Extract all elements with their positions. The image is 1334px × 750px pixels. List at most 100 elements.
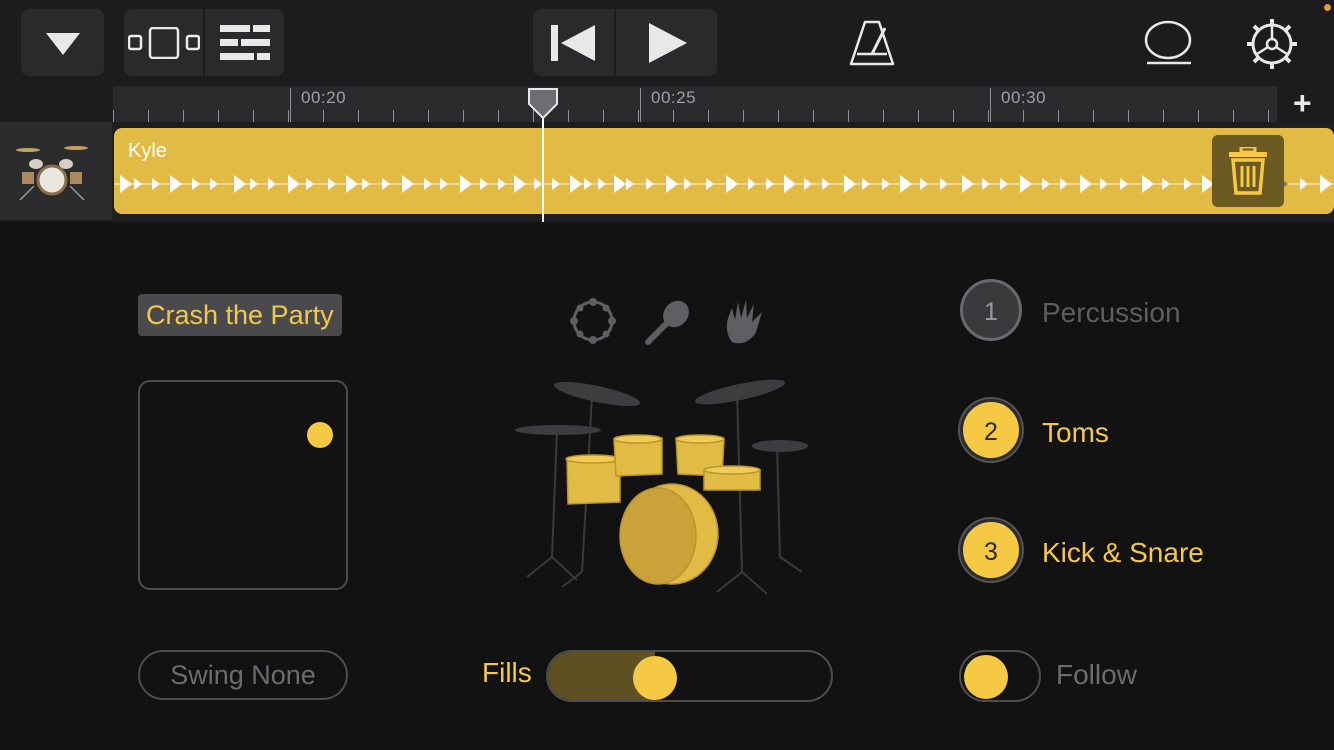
swing-button[interactable]: Swing None [138, 650, 348, 700]
drum-hit [192, 178, 200, 190]
drum-hit [1000, 178, 1008, 190]
drum-hit [1300, 178, 1308, 190]
drum-hit [598, 178, 606, 190]
drum-hit [346, 175, 358, 193]
drum-hit [646, 178, 654, 190]
shaker-button[interactable] [644, 298, 692, 346]
recording-indicator [1324, 4, 1331, 11]
drum-hit [982, 178, 990, 190]
drum-hit [920, 178, 928, 190]
ruler-tick [708, 110, 709, 122]
ruler-tick [1233, 110, 1234, 122]
drum-hit [862, 178, 870, 190]
ruler-tick [1268, 110, 1269, 122]
ruler-tick [1198, 110, 1199, 122]
follow-toggle[interactable] [959, 650, 1041, 702]
ruler-tick [218, 110, 219, 122]
playhead-handle[interactable] [528, 88, 558, 120]
drum-hit [748, 178, 756, 190]
drum-hit [1080, 175, 1092, 193]
tracks-menu-button[interactable] [21, 9, 104, 76]
ruler-tick [1058, 110, 1059, 122]
drum-hit [1100, 178, 1108, 190]
drum-hit [152, 178, 160, 190]
drum-hit [234, 175, 246, 193]
timeline-ruler[interactable]: 00:20 00:25 00:30 + [0, 86, 1334, 122]
preset-name[interactable]: Crash the Party [138, 294, 342, 336]
fills-slider[interactable] [546, 650, 833, 702]
tracks-view-button[interactable] [124, 9, 203, 76]
track-header[interactable] [0, 122, 112, 220]
drum-hit [1320, 175, 1332, 193]
view-toggle-group [124, 9, 284, 76]
rewind-icon [551, 25, 595, 61]
kick-snare-part-button[interactable]: 3 [960, 519, 1022, 581]
drum-kit-icon[interactable] [512, 372, 812, 612]
drum-kit-thumbnail-icon [16, 146, 88, 201]
follow-label[interactable]: Follow [1056, 659, 1137, 691]
ruler-tick [358, 110, 359, 122]
metronome-icon [849, 20, 895, 66]
ruler-tick [113, 110, 114, 122]
ruler-tick [323, 110, 324, 122]
shaker-icon [645, 300, 689, 345]
play-icon [649, 23, 687, 63]
drum-hit [684, 178, 692, 190]
loop-browser-button[interactable] [1140, 18, 1196, 68]
drum-hit [210, 178, 218, 190]
add-section-button[interactable]: + [1293, 86, 1312, 120]
fills-slider-knob[interactable] [632, 656, 677, 700]
drummer-region[interactable]: Kyle [114, 128, 1334, 214]
ruler-tick [953, 110, 954, 122]
mixer-view-button[interactable] [205, 9, 284, 76]
drum-hits-pattern [114, 175, 1334, 193]
drum-hit [328, 178, 336, 190]
drum-hit [402, 175, 414, 193]
drum-hit [120, 175, 132, 193]
drummer-track: Kyle [0, 122, 1334, 220]
triangle-down-icon [46, 33, 80, 55]
pad-puck[interactable] [307, 422, 333, 448]
ruler-tick [428, 110, 429, 122]
hand-clap-icon [726, 300, 762, 344]
trash-icon [1229, 147, 1267, 195]
drum-hit [844, 175, 856, 193]
play-button[interactable] [616, 9, 717, 76]
ruler-tick [253, 110, 254, 122]
drum-hit [1020, 175, 1032, 193]
playhead[interactable] [528, 88, 558, 222]
drum-hit [1042, 178, 1050, 190]
ruler-tick [498, 110, 499, 122]
loop-browser-icon [1144, 20, 1192, 65]
ruler-tick [1163, 110, 1164, 122]
drum-hit [1162, 178, 1170, 190]
kick-snare-part-label[interactable]: Kick & Snare [1042, 537, 1204, 569]
delete-region-button[interactable] [1212, 135, 1284, 207]
drum-hit [250, 178, 258, 190]
hand-clap-button[interactable] [722, 298, 770, 346]
follow-toggle-knob[interactable] [964, 655, 1008, 699]
ruler-tick [463, 110, 464, 122]
drum-hit [822, 178, 830, 190]
ruler-tick [288, 110, 289, 122]
metronome-button[interactable] [846, 18, 898, 68]
transport-group [533, 9, 717, 76]
ruler-tick [918, 110, 919, 122]
playhead-line [542, 118, 544, 222]
percussion-part-label[interactable]: Percussion [1042, 297, 1181, 329]
toms-part-button[interactable]: 2 [960, 399, 1022, 461]
rewind-button[interactable] [533, 9, 614, 76]
tambourine-button[interactable] [570, 298, 618, 346]
ruler-tick [883, 110, 884, 122]
ruler-tick [1093, 110, 1094, 122]
drum-hit [134, 178, 142, 190]
percussion-part-button[interactable]: 1 [960, 279, 1022, 341]
complexity-loudness-pad[interactable] [138, 380, 348, 590]
tracks-view-icon [128, 27, 200, 59]
drum-hit [666, 175, 678, 193]
ruler-major-tick [990, 88, 991, 122]
drum-hit [726, 175, 738, 193]
settings-button[interactable] [1244, 16, 1300, 72]
drum-hit [1060, 178, 1068, 190]
toms-part-label[interactable]: Toms [1042, 417, 1109, 449]
